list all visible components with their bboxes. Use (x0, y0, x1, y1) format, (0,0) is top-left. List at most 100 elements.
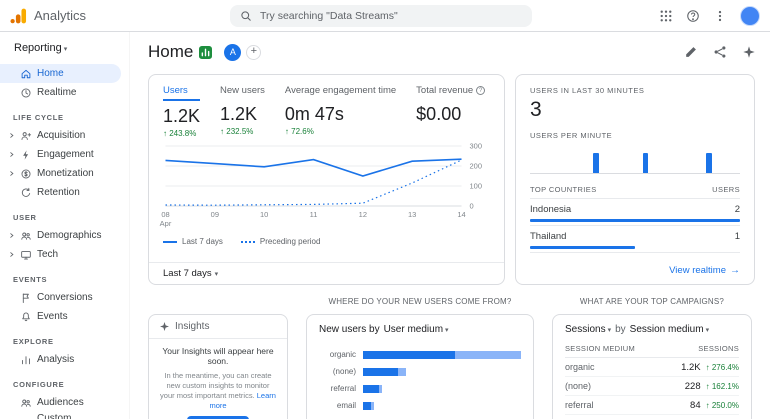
search-bar[interactable] (230, 5, 532, 27)
comparison-avatar[interactable]: A (224, 44, 241, 61)
sidebar-item-home[interactable]: Home (0, 64, 121, 83)
users-per-minute-chart (530, 144, 740, 174)
sidebar-item-label: Tech (37, 249, 58, 261)
users-per-minute-caption: USERS PER MINUTE (530, 131, 740, 140)
insights-sparkle-icon[interactable] (742, 45, 756, 59)
sessions-value: 1.2K (681, 362, 701, 373)
help-icon[interactable] (476, 86, 485, 95)
campaigns-table: organic1.2K276.4%(none)228162.1%referral… (565, 358, 739, 419)
hbar-track (363, 385, 521, 393)
analysis-icon (20, 354, 32, 366)
minute-bar-slot (650, 144, 656, 173)
users-column-header: USERS (712, 185, 740, 194)
sessions-column-header: SESSIONS (698, 344, 739, 353)
report-header: Home A (148, 38, 756, 66)
hbar-track (363, 402, 521, 410)
new-users-bar-chart: organic(none)referralemail (319, 346, 521, 414)
app-body: Reporting Home Realtime LIFE CYCLEAcquisit… (0, 32, 770, 419)
conversions-icon (20, 292, 32, 304)
sidebar-item-custom-definitions[interactable]: Custom definitions (0, 412, 121, 419)
add-comparison-button[interactable] (246, 45, 261, 60)
user-avatar[interactable] (740, 6, 760, 26)
metric-tab-new-users[interactable]: New users1.2K232.5% (220, 85, 265, 138)
apps-grid-icon[interactable] (659, 9, 673, 23)
analytics-home-link[interactable]: Analytics (10, 7, 86, 25)
sidebar-item-engagement[interactable]: Engagement (0, 145, 121, 164)
minute-bar-slot (706, 144, 712, 173)
new-users-dimension-selector[interactable]: New users by User medium (319, 324, 521, 335)
insights-detail: In the meantime, you can create new cust… (159, 371, 277, 412)
customize-report-icon[interactable] (684, 45, 698, 59)
caret-down-icon (215, 268, 219, 279)
sidebar-item-tech[interactable]: Tech (0, 245, 121, 264)
session-medium-dropdown[interactable]: Session medium (630, 324, 709, 335)
monetization-icon (20, 168, 32, 180)
date-range-selector[interactable]: Last 7 days (149, 262, 504, 284)
sidebar-item-conversions[interactable]: Conversions (0, 288, 121, 307)
session-medium: referral (565, 400, 594, 410)
sidebar-item-demographics[interactable]: Demographics (0, 226, 121, 245)
sidebar-item-retention[interactable]: Retention (0, 183, 121, 202)
sidebar-item-monetization[interactable]: Monetization (0, 164, 121, 183)
sidebar-nav: Home Realtime LIFE CYCLEAcquisition Engagem… (0, 64, 129, 419)
nav-collection-selector[interactable]: Reporting (0, 40, 129, 64)
users-line-chart: 010020030008Apr091011121314 (159, 140, 500, 234)
minute-bar-slot (713, 144, 719, 173)
hbar-track (363, 351, 521, 359)
sidebar-item-label: Retention (37, 187, 80, 199)
search-input[interactable] (260, 10, 522, 22)
sidebar-section-life-cycle: LIFE CYCLE (0, 102, 129, 126)
sidebar-item-acquisition[interactable]: Acquisition (0, 126, 121, 145)
metric-tab-total-revenue[interactable]: Total revenue $0.00 (416, 85, 485, 138)
realtime-card: USERS IN LAST 30 MINUTES 3 USERS PER MIN… (515, 74, 755, 285)
country-users: 1 (735, 231, 740, 242)
more-vert-icon[interactable] (713, 9, 727, 23)
solid-line-swatch (163, 241, 177, 243)
sidebar-item-label: Engagement (37, 149, 94, 161)
svg-text:Apr: Apr (160, 219, 172, 228)
campaign-row-email: email165.9% (565, 415, 739, 419)
caret-down-icon (64, 42, 68, 54)
minute-bar-slot (636, 144, 642, 173)
minute-bar-slot (608, 144, 614, 173)
hbar-row-email: email (319, 397, 521, 414)
metric-value: 1.2K (163, 106, 200, 127)
sidebar-item-label: Conversions (37, 292, 93, 304)
countries-column-header: TOP COUNTRIES (530, 185, 597, 194)
sidebar-item-audiences[interactable]: Audiences (0, 393, 121, 412)
hbar-label: (none) (319, 367, 363, 376)
sidebar-item-label: Realtime (37, 87, 76, 99)
minute-bar-slot (586, 144, 592, 173)
caret-down-icon (445, 324, 449, 335)
sessions-metric-dropdown[interactable]: Sessions (565, 324, 611, 335)
engagement-icon (20, 149, 32, 161)
countries-table-header: TOP COUNTRIES USERS (530, 185, 740, 199)
metric-tab-label: Total revenue (416, 85, 485, 99)
date-range-label: Last 7 days (163, 268, 212, 279)
hbar-row-organic: organic (319, 346, 521, 363)
sidebar-item-label: Analysis (37, 354, 74, 366)
view-realtime-link[interactable]: View realtime (530, 265, 740, 276)
metric-tab-label: Average engagement time (285, 85, 396, 99)
share-icon[interactable] (713, 45, 727, 59)
minute-bar (706, 153, 712, 173)
caret-down-icon (706, 324, 710, 335)
sidebar-item-events[interactable]: Events (0, 307, 121, 326)
home-icon (20, 68, 32, 80)
sidebar-item-label: Home (37, 68, 64, 80)
user-medium-dropdown[interactable]: User medium (384, 324, 449, 335)
bottom-cards-row: Insights Your Insights will appear here … (148, 297, 756, 419)
hbar-current (363, 402, 371, 410)
help-circle-icon[interactable] (686, 9, 700, 23)
metric-tab-average-engagement-time[interactable]: Average engagement time0m 47s72.6% (285, 85, 396, 138)
sessions-delta: 250.0% (706, 401, 739, 410)
minute-bar (643, 153, 649, 173)
metric-value: 1.2K (220, 104, 265, 125)
minute-bar-slot (537, 144, 543, 173)
metric-tab-users[interactable]: Users1.2K243.8% (163, 85, 200, 138)
metric-delta: 72.6% (285, 127, 396, 136)
metric-tab-label: New users (220, 85, 265, 99)
sidebar-item-analysis[interactable]: Analysis (0, 350, 121, 369)
minute-bar-slot (699, 144, 705, 173)
sidebar-item-realtime[interactable]: Realtime (0, 83, 121, 102)
